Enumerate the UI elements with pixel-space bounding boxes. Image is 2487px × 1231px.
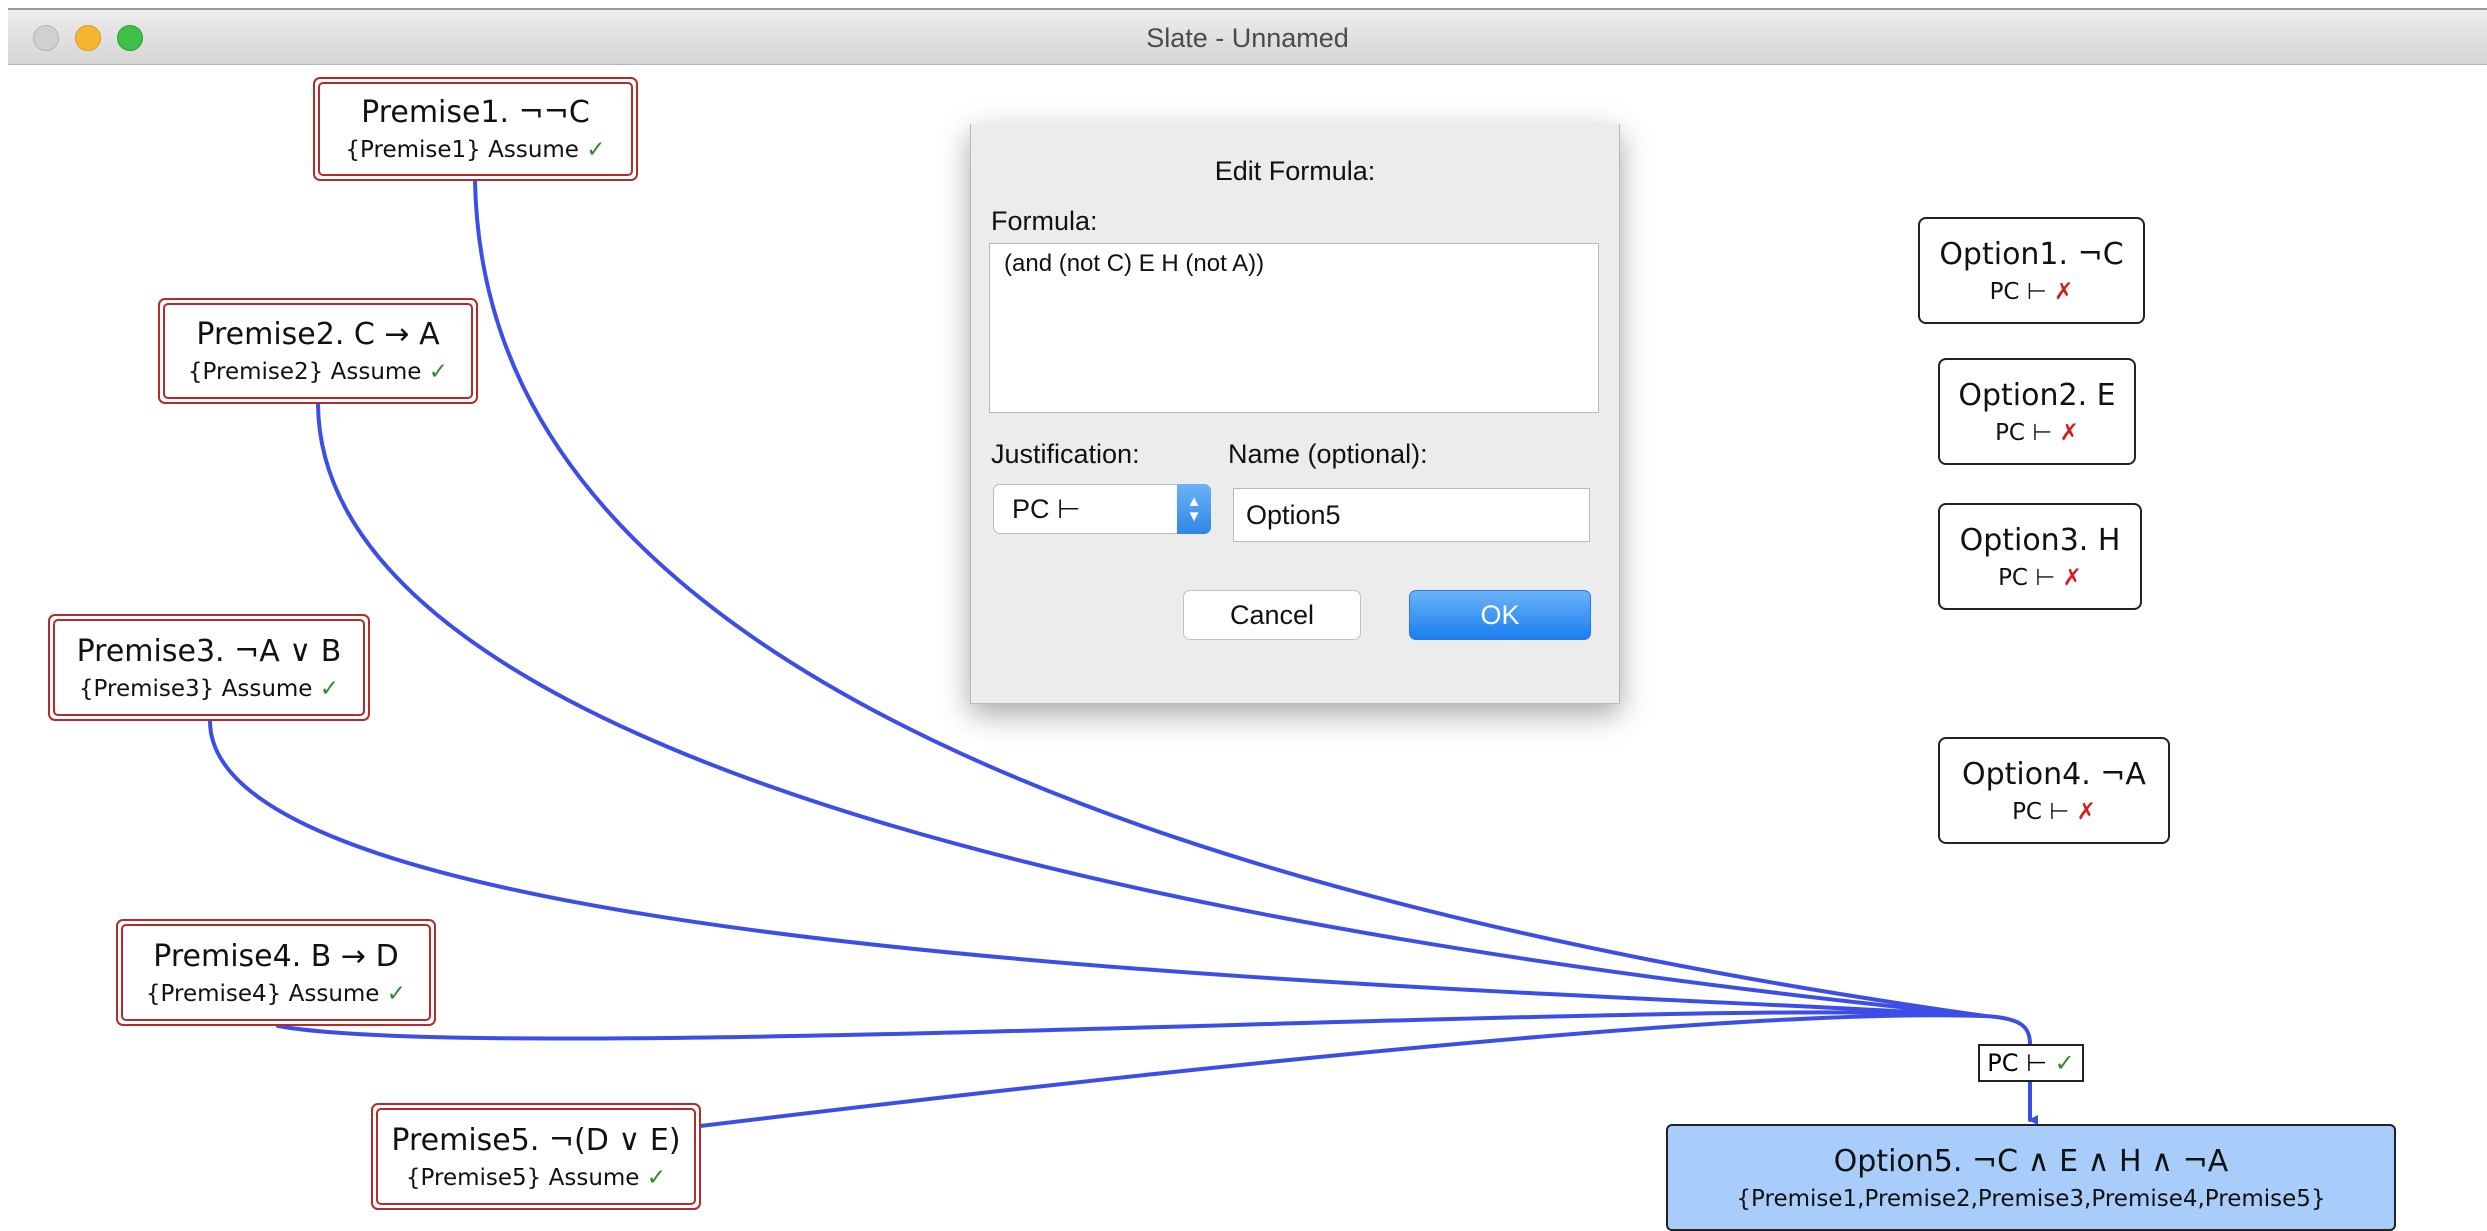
premise2-node[interactable]: Premise2. C → A {Premise2} Assume ✓ [158,298,478,404]
title-bar[interactable]: Slate - Unnamed [8,8,2487,65]
ok-button[interactable]: OK [1409,590,1591,640]
cancel-button[interactable]: Cancel [1183,590,1361,640]
premise3-support: {Premise3} Assume [78,675,313,702]
option4-justification: PC ⊢ [2012,798,2070,825]
premise4-node[interactable]: Premise4. B → D {Premise4} Assume ✓ [116,919,436,1026]
edit-formula-dialog: Edit Formula: Formula: (and (not C) E H … [970,124,1620,704]
valid-check-icon: ✓ [646,1164,667,1191]
premise4-formula: Premise4. B → D [153,938,399,974]
slate-window: Slate - Unnamed Premise1. ¬¬C {Premise1}… [0,0,2487,1231]
premise5-support: {Premise5} Assume [405,1164,640,1191]
option1-formula: Option1. ¬C [1939,236,2124,272]
option5-support: {Premise1,Premise2,Premise3,Premise4,Pre… [1736,1185,2326,1212]
conclusion-justification: PC ⊢ [1987,1049,2047,1077]
formula-textarea[interactable]: (and (not C) E H (not A)) [989,243,1599,413]
edge-merge [1983,1014,2032,1046]
valid-check-icon: ✓ [386,980,407,1007]
premise4-support: {Premise4} Assume [145,980,380,1007]
option2-justification: PC ⊢ [1995,419,2053,446]
premise1-formula: Premise1. ¬¬C [361,95,590,130]
formula-label: Formula: [991,206,1098,236]
name-input[interactable]: Option5 [1233,488,1590,542]
justification-select[interactable]: PC ⊢ ▲ ▼ [993,484,1211,534]
valid-check-icon: ✓ [319,675,340,702]
justification-label: Justification: [991,439,1140,469]
premise3-formula: Premise3. ¬A ∨ B [76,633,342,669]
invalid-cross-icon: ✗ [2062,564,2082,591]
option4-node[interactable]: Option4. ¬A PC ⊢ ✗ [1938,737,2170,844]
option2-formula: Option2. E [1958,377,2116,413]
premise5-formula: Premise5. ¬(D ∨ E) [391,1122,681,1158]
option3-justification: PC ⊢ [1998,564,2056,591]
invalid-cross-icon: ✗ [2076,798,2096,825]
option3-formula: Option3. H [1959,522,2121,558]
invalid-cross-icon: ✗ [2059,419,2079,446]
name-label: Name (optional): [1228,439,1428,469]
premise2-support: {Premise2} Assume [187,359,422,385]
select-stepper-icon: ▲ ▼ [1177,484,1211,534]
option2-node[interactable]: Option2. E PC ⊢ ✗ [1938,358,2136,465]
option1-node[interactable]: Option1. ¬C PC ⊢ ✗ [1918,217,2145,324]
window-title: Slate - Unnamed [1146,23,1349,53]
option3-node[interactable]: Option3. H PC ⊢ ✗ [1938,503,2142,610]
conclusion-justification-badge[interactable]: PC ⊢ ✓ [1978,1044,2084,1082]
justification-select-value: PC ⊢ [1012,494,1081,524]
invalid-cross-icon: ✗ [2054,278,2074,305]
option5-conclusion-node[interactable]: Option5. ¬C ∧ E ∧ H ∧ ¬A {Premise1,Premi… [1666,1124,2396,1231]
valid-check-icon: ✓ [586,137,606,163]
premise3-node[interactable]: Premise3. ¬A ∨ B {Premise3} Assume ✓ [48,614,370,721]
valid-check-icon: ✓ [428,359,449,385]
option1-justification: PC ⊢ [1989,278,2047,305]
dialog-title: Edit Formula: [1214,156,1376,186]
premise1-node[interactable]: Premise1. ¬¬C {Premise1} Assume ✓ [313,77,638,181]
option5-formula: Option5. ¬C ∧ E ∧ H ∧ ¬A [1833,1143,2229,1179]
valid-check-icon: ✓ [2054,1049,2075,1077]
proof-canvas[interactable]: Premise1. ¬¬C {Premise1} Assume ✓ Premis… [0,66,2487,1231]
edge-premise4 [276,1010,1987,1041]
premise2-formula: Premise2. C → A [196,317,440,352]
premise5-node[interactable]: Premise5. ¬(D ∨ E) {Premise5} Assume ✓ [371,1103,701,1210]
premise1-support: {Premise1} Assume [345,137,579,163]
option4-formula: Option4. ¬A [1962,756,2146,792]
